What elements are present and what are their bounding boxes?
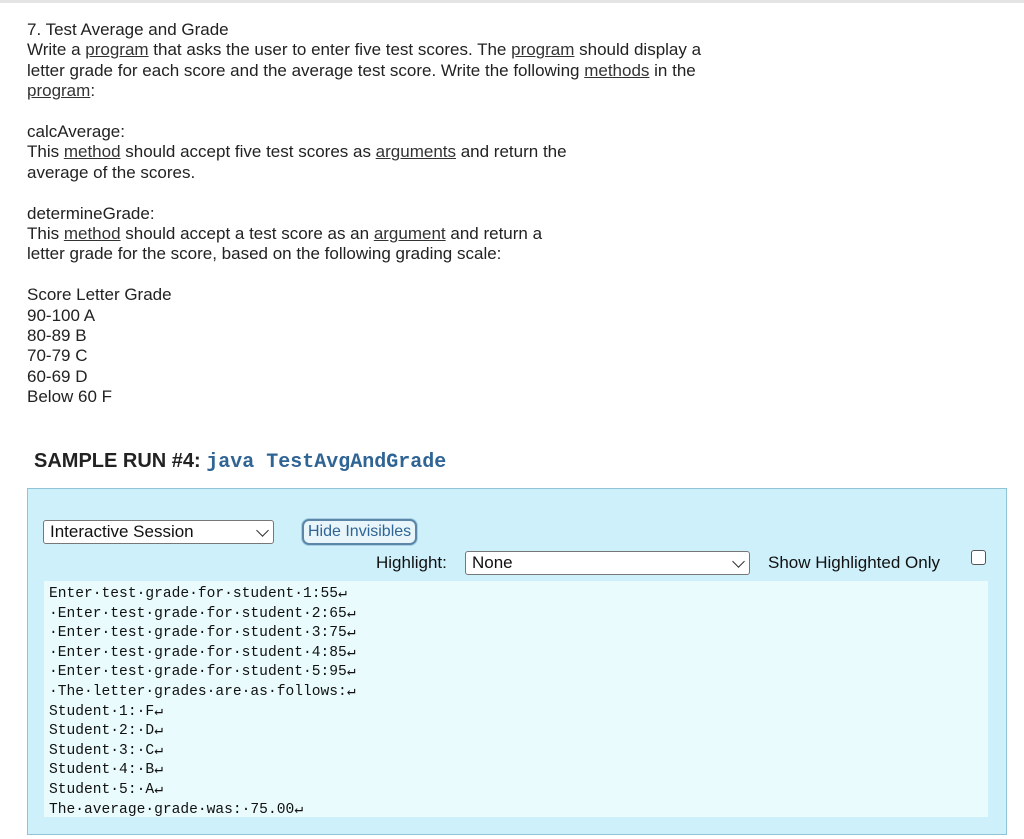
glossary-link-program[interactable]: program	[511, 40, 574, 59]
output-line: ·Enter·test·grade·for·student·2:65↵	[49, 605, 356, 622]
output-line: The·average·grade·was:·75.00↵	[49, 801, 304, 818]
scale-row: 60-69 D	[27, 366, 88, 386]
glossary-link-arguments[interactable]: arguments	[376, 142, 456, 161]
output-line: Student·3:·C↵	[49, 742, 163, 759]
hide-invisibles-button[interactable]: Hide Invisibles	[302, 519, 418, 545]
desc-text: This	[27, 224, 64, 244]
sample-run-heading: SAMPLE RUN #4: java TestAvgAndGrade	[34, 450, 446, 474]
desc-text: should accept five test scores as	[120, 142, 376, 162]
intro-text: :	[90, 81, 96, 101]
highlight-select[interactable]: None	[465, 551, 750, 575]
chevron-down-icon	[256, 524, 269, 537]
determine-grade-heading: determineGrade:	[27, 203, 155, 223]
scale-row: Below 60 F	[27, 387, 113, 407]
intro-text: letter grade for each score and the aver…	[27, 60, 585, 80]
output-line: Student·2:·D↵	[49, 723, 163, 740]
output-line: Student·5:·A↵	[49, 781, 163, 798]
glossary-link-method[interactable]: method	[64, 142, 121, 161]
intro-text: Write a	[27, 40, 86, 60]
sample-run-command: java TestAvgAndGrade	[206, 451, 447, 474]
output-line: Student·4:·B↵	[49, 762, 163, 779]
glossary-link-method[interactable]: method	[64, 224, 121, 243]
calc-average-description: This method should accept five test scor…	[27, 142, 827, 183]
intro-text: that asks the user to enter five test sc…	[148, 40, 512, 60]
chevron-down-icon	[732, 555, 745, 568]
output-line: ·Enter·test·grade·for·student·3:75↵	[49, 625, 356, 642]
scale-row: 70-79 C	[27, 346, 88, 366]
desc-text: and return the	[456, 142, 567, 162]
desc-text: should accept a test score as an	[120, 224, 374, 244]
problem-statement: 7. Test Average and Grade Write a progra…	[27, 20, 827, 408]
glossary-link-program[interactable]: program	[27, 81, 90, 100]
show-highlighted-only-checkbox[interactable]	[971, 550, 986, 565]
session-mode-select[interactable]: Interactive Session	[43, 520, 274, 544]
desc-text: and return a	[445, 224, 543, 244]
desc-text: average of the scores.	[27, 162, 196, 182]
scale-row: Score Letter Grade	[27, 285, 172, 305]
show-highlighted-only-label: Show Highlighted Only	[768, 553, 940, 572]
intro-text: in the	[649, 60, 696, 80]
intro-text: should display a	[574, 40, 702, 60]
problem-title: 7. Test Average and Grade	[27, 20, 229, 39]
desc-text: This	[27, 142, 64, 162]
output-line: Enter·test·grade·for·student·1:55↵	[49, 586, 347, 602]
session-mode-value: Interactive Session	[50, 522, 194, 541]
glossary-link-program[interactable]: program	[85, 40, 148, 59]
top-divider	[0, 0, 1024, 3]
highlight-label: Highlight:	[376, 553, 447, 572]
session-output: Enter·test·grade·for·student·1:55↵ ·Enter…	[44, 581, 988, 818]
calc-average-heading: calcAverage:	[27, 122, 125, 142]
output-line: ·Enter·test·grade·for·student·4:85↵	[49, 644, 356, 661]
sample-run-label: SAMPLE RUN #4:	[34, 450, 207, 472]
session-panel: Interactive Session Hide Invisibles High…	[27, 488, 1007, 835]
highlight-value: None	[472, 553, 513, 572]
determine-grade-description: This method should accept a test score a…	[27, 224, 827, 265]
scale-row: 90-100 A	[27, 305, 96, 325]
output-line: ·Enter·test·grade·for·student·5:95↵	[49, 664, 356, 681]
glossary-link-argument[interactable]: argument	[374, 224, 446, 243]
scale-row: 80-89 B	[27, 326, 87, 346]
problem-intro: Write a program that asks the user to en…	[27, 40, 827, 101]
output-line: Student·1:·F↵	[49, 703, 163, 720]
output-line: ·The·letter·grades·are·as·follows:↵	[49, 683, 356, 700]
glossary-link-methods[interactable]: methods	[584, 61, 649, 80]
desc-text: letter grade for the score, based on the…	[27, 244, 502, 264]
